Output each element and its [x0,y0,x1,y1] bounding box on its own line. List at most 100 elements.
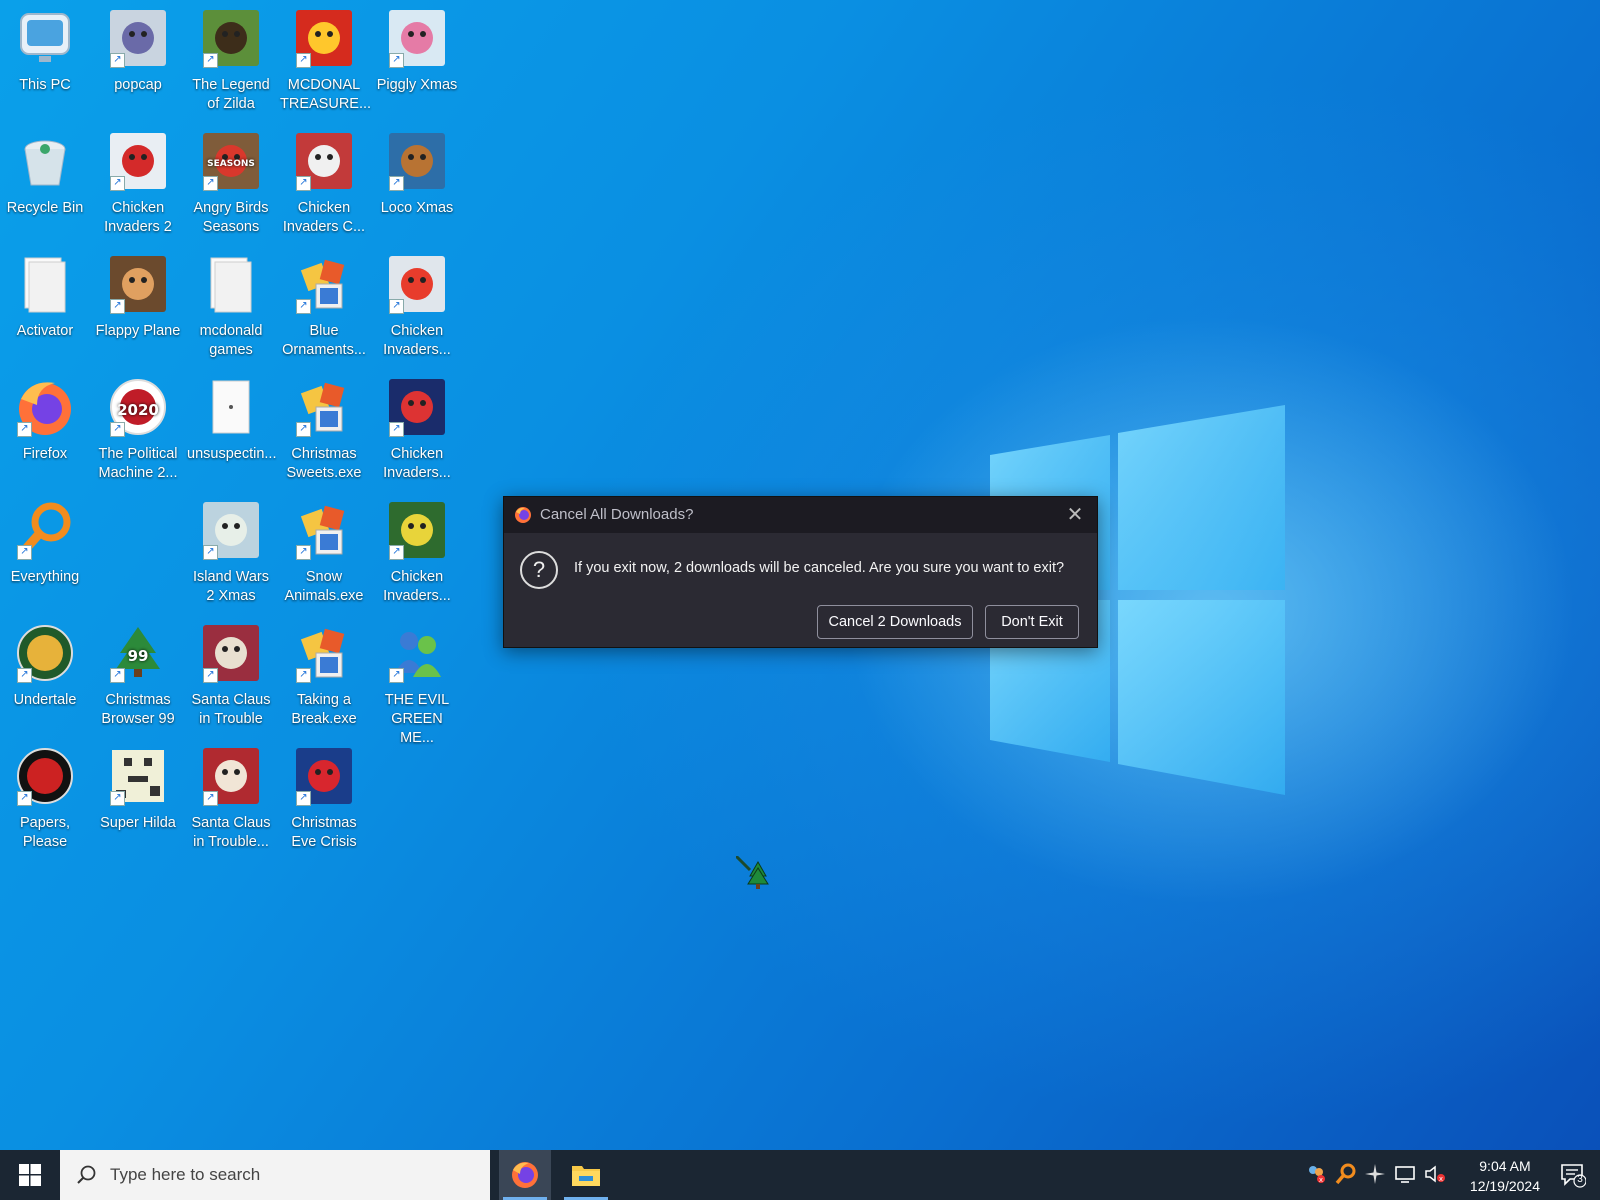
notification-count: 3 [1577,1174,1583,1185]
desktop-icon-mcdonald-games[interactable]: mcdonald games [185,248,277,368]
this-pc-icon [15,8,75,68]
desktop-icon-popcap[interactable]: ↗ popcap [92,2,184,122]
desktop-icon-label: Taking a Break.exe [291,692,357,727]
legend-of-zilda-icon: ↗ [201,8,261,68]
volume-muted-icon[interactable]: x [1424,1163,1446,1185]
desktop-icon-angry-birds-seasons[interactable]: SEASONS ↗ Angry Birds Seasons [185,125,277,245]
unsuspecting-icon [201,377,261,437]
chicken-invaders-2-icon: ↗ [108,131,168,191]
desktop-icon-papers-please[interactable]: ↗ Papers, Please [0,740,91,860]
desktop-icon-label: THE EVIL GREEN ME... [384,692,450,746]
shortcut-arrow-icon: ↗ [296,545,311,560]
dialog-title: Cancel All Downloads? [540,506,694,523]
desktop-icon-piggly-xmas[interactable]: ↗ Piggly Xmas [371,2,463,122]
taskbar-firefox[interactable] [499,1150,551,1200]
dont-exit-button[interactable]: Don't Exit [985,605,1079,639]
desktop-icon-this-pc[interactable]: This PC [0,2,91,122]
network-people-icon[interactable]: x [1305,1163,1327,1185]
desktop-icon-unsuspecting[interactable]: unsuspectin... [185,371,277,491]
desktop-icon-chicken-invaders-d[interactable]: ↗ Chicken Invaders... [371,494,463,614]
activator-icon [15,254,75,314]
shortcut-arrow-icon: ↗ [296,53,311,68]
snow-animals-icon: ↗ [294,500,354,560]
question-icon: ? [520,551,558,589]
desktop-icon-christmas-sweets[interactable]: ↗ Christmas Sweets.exe [278,371,370,491]
desktop-icon-label: Super Hilda [100,815,176,831]
desktop-icon-label: Everything [10,569,80,585]
desktop-icon-label: This PC [19,77,71,93]
system-clock[interactable]: 9:04 AM 12/19/2024 [1470,1156,1540,1196]
desktop-icon-label: Chicken Invaders... [383,569,451,604]
close-icon[interactable]: ✕ [1063,503,1087,527]
desktop-icon-taking-a-break[interactable]: ↗ Taking a Break.exe [278,617,370,737]
clock-date: 12/19/2024 [1469,1178,1540,1194]
desktop-icon-christmas-browser-99[interactable]: 99 ↗ Christmas Browser 99 [92,617,184,737]
sparkle-icon[interactable] [1364,1163,1386,1185]
desktop-icon-santa-claus-in-trouble-2[interactable]: ↗ Santa Claus in Trouble... [185,740,277,860]
shortcut-arrow-icon: ↗ [203,53,218,68]
desktop-icon-chicken-invaders-a[interactable]: ↗ Chicken Invaders... [371,248,463,368]
firefox-icon: ↗ [15,377,75,437]
shortcut-arrow-icon: ↗ [110,422,125,437]
search-placeholder: Type here to search [110,1165,261,1184]
christmas-sweets-icon: ↗ [294,377,354,437]
desktop-icon-flappy-plane[interactable]: ↗ Flappy Plane [92,248,184,368]
christmas-browser-99-icon: 99 ↗ [108,623,168,683]
desktop-icon-label: Chicken Invaders C... [282,200,366,235]
desktop-icon-chicken-invaders-c[interactable]: ↗ Chicken Invaders C... [278,125,370,245]
desktop-icon-island-wars-2-xmas[interactable]: ↗ Island Wars 2 Xmas [185,494,277,614]
santa-claus-in-trouble-2-icon: ↗ [201,746,261,806]
desktop-icon-firefox[interactable]: ↗ Firefox [0,371,91,491]
shortcut-arrow-icon: ↗ [203,791,218,806]
action-center-button[interactable]: 3 [1560,1162,1587,1188]
desktop-icon-label: Santa Claus in Trouble [191,692,271,727]
desktop-icon-the-evil-green-me[interactable]: ↗ THE EVIL GREEN ME... [371,617,463,746]
desktop-icon-christmas-eve-crisis[interactable]: ↗ Christmas Eve Crisis [278,740,370,860]
taskbar-search-box[interactable]: Type here to search [60,1150,490,1200]
desktop-icon-label: Chicken Invaders 2 [104,200,172,235]
shortcut-arrow-icon: ↗ [110,791,125,806]
shortcut-arrow-icon: ↗ [203,545,218,560]
everything-search-icon[interactable] [1335,1163,1357,1185]
desktop-icon-chicken-invaders-2[interactable]: ↗ Chicken Invaders 2 [92,125,184,245]
shortcut-arrow-icon: ↗ [17,791,32,806]
desktop-icon-label: MCDONAL TREASURE... [280,77,372,112]
desktop-icon-label: Papers, Please [20,815,70,850]
dialog-titlebar: Cancel All Downloads? ✕ [504,497,1097,533]
desktop-icon-snow-animals[interactable]: ↗ Snow Animals.exe [278,494,370,614]
taskbar: Type here to search x x 9:04 AM 12/19/20… [0,1150,1600,1200]
desktop-icon-label: Snow Animals.exe [284,569,364,604]
taskbar-file-explorer[interactable] [560,1150,612,1200]
desktop-icon-label: Loco Xmas [380,200,454,216]
network-monitor-icon[interactable] [1394,1163,1416,1185]
desktop-icon-political-machine[interactable]: 2020 ↗ The Political Machine 2... [92,371,184,491]
desktop-icon-santa-claus-in-trouble[interactable]: ↗ Santa Claus in Trouble [185,617,277,737]
desktop-icon-everything[interactable]: ↗ Everything [0,494,91,614]
desktop-icon-label: Piggly Xmas [376,77,458,93]
mcdonald-games-icon [201,254,261,314]
desktop-icon-super-hilda[interactable]: ↗ Super Hilda [92,740,184,860]
search-icon [77,1165,96,1184]
start-button[interactable] [0,1150,60,1200]
icon-badge-text: 2020 [117,401,159,419]
shortcut-arrow-icon: ↗ [110,53,125,68]
desktop-icon-label: Flappy Plane [95,323,181,339]
desktop-icon-undertale[interactable]: ↗ Undertale [0,617,91,737]
desktop-icon-mcdonal-treasure[interactable]: ↗ MCDONAL TREASURE... [278,2,372,122]
desktop-icon-label: unsuspectin... [187,446,277,462]
desktop-icon-label: Angry Birds Seasons [193,200,269,235]
desktop-icon-legend-of-zilda[interactable]: ↗ The Legend of Zilda [185,2,277,122]
desktop-icon-recycle-bin[interactable]: Recycle Bin [0,125,91,245]
desktop-icon-label: Santa Claus in Trouble... [191,815,271,850]
cancel-downloads-button[interactable]: Cancel 2 Downloads [817,605,973,639]
desktop-icon-loco-xmas[interactable]: ↗ Loco Xmas [371,125,463,245]
shortcut-arrow-icon: ↗ [17,545,32,560]
popcap-icon: ↗ [108,8,168,68]
shortcut-arrow-icon: ↗ [296,422,311,437]
desktop-icon-chicken-invaders-b[interactable]: ↗ Chicken Invaders... [371,371,463,491]
desktop-icon-label: Recycle Bin [6,200,84,216]
desktop-icon-blue-ornaments[interactable]: ↗ Blue Ornaments... [278,248,370,368]
shortcut-arrow-icon: ↗ [389,53,404,68]
desktop-icon-label: Activator [16,323,74,339]
desktop-icon-activator[interactable]: Activator [0,248,91,368]
